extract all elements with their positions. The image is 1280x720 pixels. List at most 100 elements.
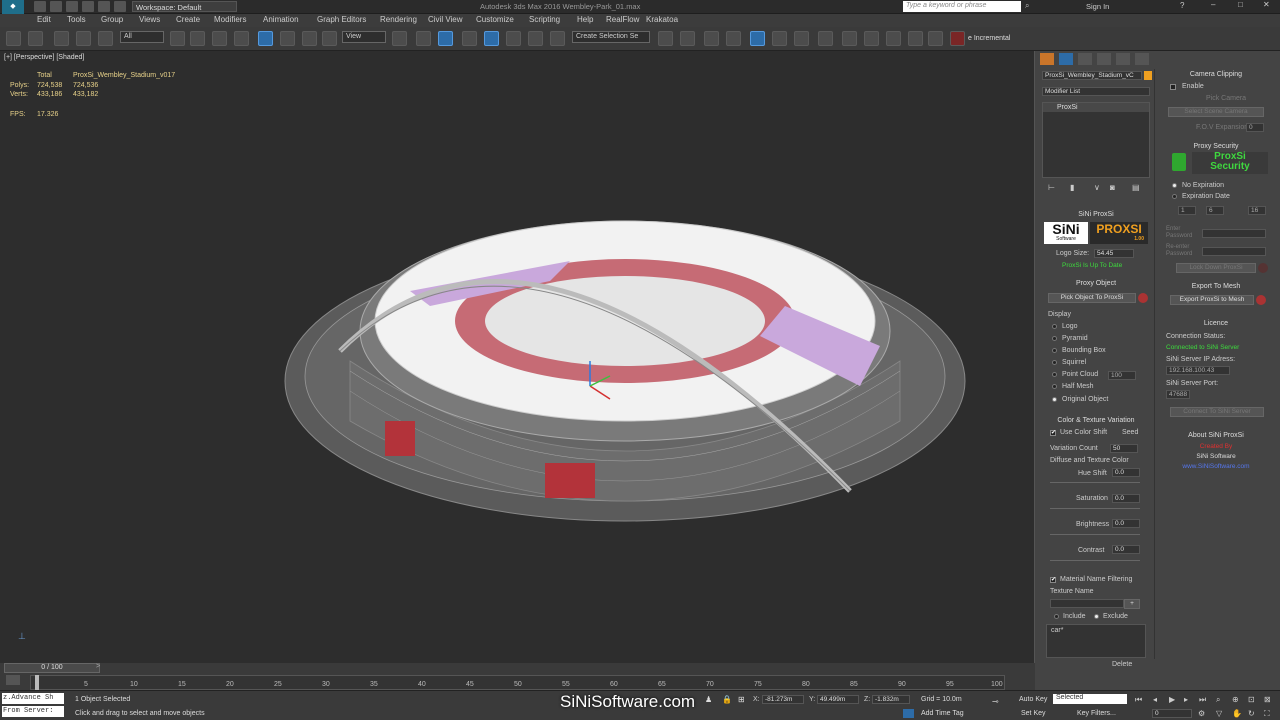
time-configuration-icon[interactable]: ⚙: [1198, 709, 1205, 718]
rendered-frame-icon[interactable]: [864, 31, 879, 46]
percent-snap-icon[interactable]: [506, 31, 521, 46]
rotate-icon[interactable]: [280, 31, 295, 46]
mini-curve-editor-icon[interactable]: [6, 675, 20, 685]
perspective-viewport[interactable]: [+] [Perspective] [Shaded] Total ProxSi_…: [0, 51, 1035, 663]
menu-scripting[interactable]: Scripting: [529, 15, 560, 24]
selection-lock-icon[interactable]: 🔒: [722, 695, 732, 704]
activeshade-icon[interactable]: [928, 31, 943, 46]
render-iterative-icon[interactable]: [908, 31, 923, 46]
remove-modifier-icon[interactable]: ◙: [1110, 183, 1115, 192]
spinner-snap-icon[interactable]: [528, 31, 543, 46]
show-end-result-icon[interactable]: ▮: [1070, 183, 1074, 192]
saturation-spinner[interactable]: 0.0: [1112, 494, 1140, 503]
rect-selection-icon[interactable]: [212, 31, 227, 46]
time-tag-icon[interactable]: [903, 709, 914, 718]
pick-camera-button[interactable]: Pick Camera: [1206, 95, 1246, 102]
contrast-spinner[interactable]: 0.0: [1112, 545, 1140, 554]
render-environment-icon[interactable]: [950, 31, 965, 46]
camera-clipping-title[interactable]: Camera Clipping: [1162, 71, 1270, 78]
app-logo-icon[interactable]: ◆: [2, 0, 24, 14]
time-slider-next-icon[interactable]: >: [96, 663, 100, 670]
minimize-icon[interactable]: –: [1211, 0, 1215, 9]
play-icon[interactable]: ▶: [1169, 695, 1175, 704]
variation-count-spinner[interactable]: 50: [1110, 444, 1138, 453]
pin-stack-icon[interactable]: ⊢: [1048, 183, 1055, 192]
curve-editor-icon[interactable]: [772, 31, 787, 46]
server-port-input[interactable]: 47688: [1166, 390, 1190, 399]
color-variation-rollout-title[interactable]: Color & Texture Variation: [1042, 417, 1150, 424]
menu-tools[interactable]: Tools: [67, 15, 86, 24]
redo-icon[interactable]: [28, 31, 43, 46]
brightness-slider[interactable]: [1050, 534, 1140, 535]
window-crossing-icon[interactable]: [234, 31, 249, 46]
include-radio[interactable]: [1054, 614, 1059, 619]
go-to-end-icon[interactable]: ⏭: [1199, 695, 1206, 705]
zoom-all-icon[interactable]: ⊕: [1232, 695, 1239, 704]
pick-object-button[interactable]: Pick Object To ProxSi: [1048, 293, 1136, 303]
bind-space-warp-icon[interactable]: [98, 31, 113, 46]
pivot-center-icon[interactable]: [392, 31, 407, 46]
reference-coordinate-dropdown[interactable]: View: [342, 31, 386, 43]
stack-item-proxsi[interactable]: ProxSi: [1043, 103, 1149, 112]
create-tab-icon[interactable]: [1040, 53, 1054, 65]
search-icon[interactable]: ⌕: [1025, 1, 1029, 11]
filter-list[interactable]: car*: [1046, 624, 1146, 658]
selected-dropdown[interactable]: Selected: [1053, 694, 1127, 704]
menu-help[interactable]: Help: [577, 15, 593, 24]
menu-group[interactable]: Group: [101, 15, 123, 24]
expiration-year-spinner[interactable]: 16: [1248, 206, 1266, 215]
zoom-extents-icon[interactable]: ⊡: [1248, 695, 1255, 704]
scene-explorer-icon[interactable]: [726, 31, 741, 46]
selection-filter-dropdown[interactable]: All: [120, 31, 164, 43]
brightness-spinner[interactable]: 0.0: [1112, 519, 1140, 528]
select-scene-camera-button[interactable]: Select Scene Camera: [1168, 107, 1264, 117]
no-expiration-radio[interactable]: [1172, 183, 1177, 188]
maxscript-listener-line-1[interactable]: z.Advance Sh: [2, 693, 64, 704]
go-to-start-icon[interactable]: ⏮: [1135, 695, 1142, 705]
named-selection-dropdown[interactable]: Create Selection Se: [572, 31, 650, 43]
enable-clipping-checkbox[interactable]: [1170, 84, 1176, 90]
align-icon[interactable]: [680, 31, 695, 46]
object-name-field[interactable]: ProxSi_Wembley_Stadium_vC: [1042, 71, 1142, 80]
current-frame-field[interactable]: 0: [1152, 709, 1192, 718]
display-bounding-box-radio[interactable]: [1052, 348, 1057, 353]
zoom-icon[interactable]: ⌕: [1216, 695, 1220, 705]
seed-button[interactable]: Seed: [1122, 429, 1138, 436]
contrast-slider[interactable]: [1050, 560, 1140, 561]
graphite-ribbon-icon[interactable]: [750, 31, 765, 46]
x-coord-field[interactable]: -81.273m: [762, 695, 804, 704]
proxy-object-rollout-title[interactable]: Proxy Object: [1042, 280, 1150, 287]
redo-icon[interactable]: [98, 1, 110, 12]
lock-down-icon[interactable]: [1258, 263, 1268, 273]
y-coord-field[interactable]: 49.499m: [817, 695, 859, 704]
help-icon[interactable]: ?: [1180, 1, 1184, 10]
reenter-password-input[interactable]: [1202, 247, 1266, 256]
use-color-shift-checkbox[interactable]: [1050, 429, 1056, 436]
make-unique-icon[interactable]: ∨: [1094, 183, 1100, 192]
undo-icon[interactable]: [6, 31, 21, 46]
layer-explorer-icon[interactable]: [704, 31, 719, 46]
render-production-icon[interactable]: [886, 31, 901, 46]
search-input[interactable]: Type a keyword or phrase: [903, 1, 1021, 12]
mirror-icon[interactable]: [658, 31, 673, 46]
close-icon[interactable]: ✕: [1263, 0, 1270, 9]
move-icon[interactable]: [258, 31, 273, 46]
sini-proxsi-rollout-title[interactable]: SiNi ProxSi: [1042, 211, 1150, 218]
display-logo-radio[interactable]: [1052, 324, 1057, 329]
stadium-model[interactable]: [280, 161, 970, 551]
menu-edit[interactable]: Edit: [37, 15, 51, 24]
orbit-icon[interactable]: ↻: [1248, 709, 1255, 718]
maximize-viewport-icon[interactable]: ⛶: [1264, 709, 1270, 719]
add-time-tag[interactable]: Add Time Tag: [921, 710, 964, 717]
maxscript-listener-line-2[interactable]: From Server:: [2, 706, 64, 717]
display-pyramid-radio[interactable]: [1052, 336, 1057, 341]
display-original-object-radio[interactable]: [1052, 397, 1057, 402]
new-file-icon[interactable]: [34, 1, 46, 12]
render-setup-icon[interactable]: [842, 31, 857, 46]
display-half-mesh-radio[interactable]: [1052, 384, 1057, 389]
modify-tab-icon[interactable]: [1059, 53, 1073, 65]
filter-list-item[interactable]: car*: [1047, 625, 1145, 636]
schematic-view-icon[interactable]: [794, 31, 809, 46]
enter-password-input[interactable]: [1202, 229, 1266, 238]
menu-krakatoa[interactable]: Krakatoa: [646, 15, 678, 24]
